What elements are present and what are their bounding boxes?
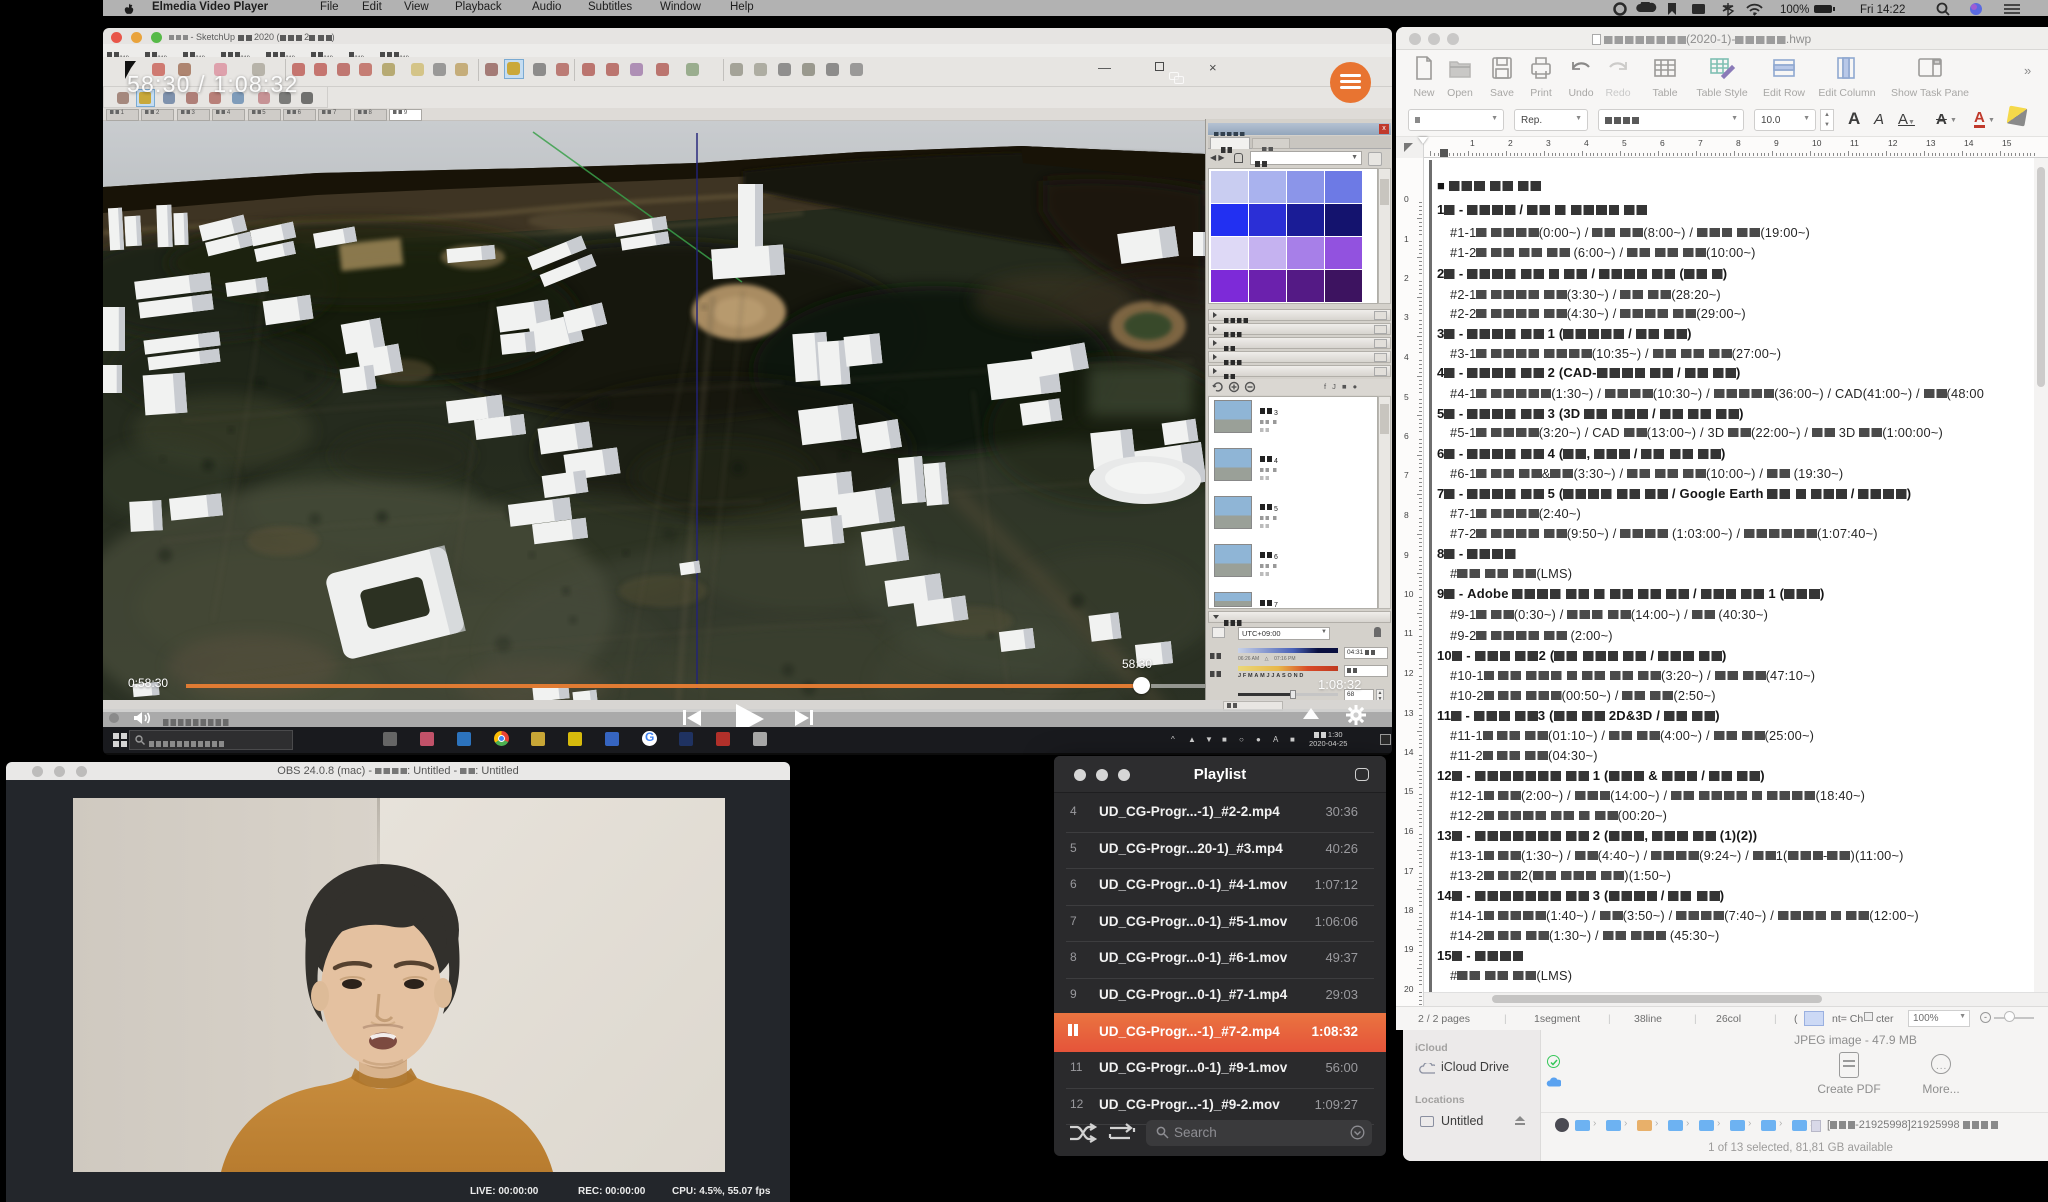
svg-text:100%: 100% xyxy=(1780,4,1809,16)
svg-text:Fri 14:22: Fri 14:22 xyxy=(1860,4,1905,16)
